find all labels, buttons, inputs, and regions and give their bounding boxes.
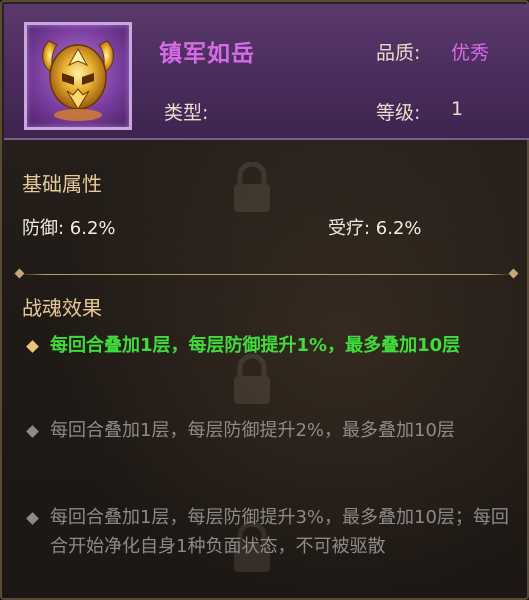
lock-icon <box>234 354 270 404</box>
quality-value: 优秀 <box>451 42 490 64</box>
active-bullet-icon <box>26 340 39 353</box>
item-header: 镇军如岳 品质: 优秀 类型: 等级: 1 <box>4 4 529 140</box>
inactive-bullet-icon <box>26 512 39 525</box>
item-icon-frame <box>24 22 132 130</box>
level-label: 等级: <box>376 102 421 124</box>
item-tooltip-panel: 镇军如岳 品质: 优秀 类型: 等级: 1 基础属性 防御: 6.2% 受疗: … <box>0 0 529 600</box>
effect-tier-3: 每回合叠加1层，每层防御提升3%，最多叠加10层；每回合开始净化自身1种负面状态… <box>50 507 509 557</box>
lock-icon <box>234 162 270 212</box>
divider-ornament <box>508 268 519 279</box>
inactive-bullet-icon <box>26 425 39 438</box>
type-label: 类型: <box>164 102 209 124</box>
item-name: 镇军如岳 <box>159 41 255 67</box>
attribute-defense: 防御: 6.2% <box>22 218 116 239</box>
effect-tier-1: 每回合叠加1层，每层防御提升1%，最多叠加10层 <box>50 335 461 356</box>
section-divider <box>20 274 512 275</box>
effect-tier-2: 每回合叠加1层，每层防御提升2%，最多叠加10层 <box>50 420 455 441</box>
golden-helmet-icon <box>42 40 114 121</box>
base-attributes-title: 基础属性 <box>22 172 102 196</box>
level-value: 1 <box>451 98 464 120</box>
quality-label: 品质: <box>376 42 421 64</box>
effects-title: 战魂效果 <box>22 296 102 320</box>
divider-ornament <box>14 268 25 279</box>
attribute-healing-received: 受疗: 6.2% <box>328 218 422 239</box>
